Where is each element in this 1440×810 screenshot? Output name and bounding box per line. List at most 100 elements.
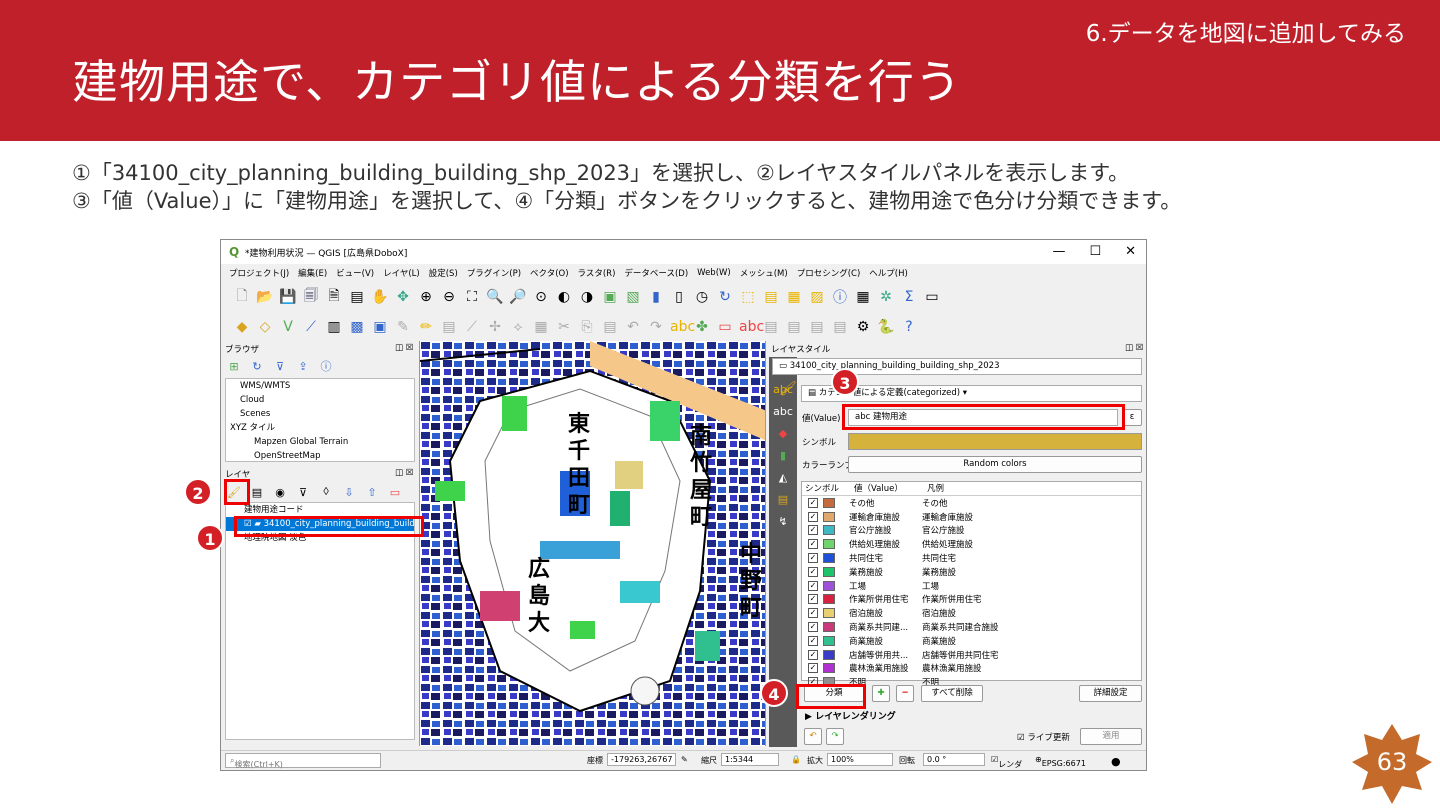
locator-search[interactable]: ⌕ 検索(Ctrl+K) <box>225 753 381 769</box>
category-swatch[interactable] <box>823 511 835 522</box>
pan-icon[interactable]: ✋ <box>371 289 389 305</box>
rotation-field[interactable]: 0.0 ° <box>923 753 985 766</box>
messages-icon[interactable]: ● <box>1111 755 1121 768</box>
add-vector-icon[interactable]: V <box>279 319 297 335</box>
add-spatialite-icon[interactable]: ▥ <box>325 319 343 335</box>
new-layer-icon[interactable]: ◇ <box>256 319 274 335</box>
info-icon[interactable]: ⓘ <box>317 358 335 374</box>
category-row[interactable]: ✓ 商業施設 商業施設 <box>802 634 1141 648</box>
layer-item-building-code[interactable]: 建物用途コード <box>226 503 414 517</box>
plugin-icon[interactable]: ⚙ <box>854 319 872 335</box>
menu-view[interactable]: ビュー(V) <box>336 267 374 279</box>
zoom-full-icon[interactable]: ⛶ <box>463 289 481 305</box>
category-swatch[interactable] <box>823 497 835 508</box>
temporal-icon[interactable]: ◷ <box>693 289 711 305</box>
col-legend[interactable]: 凡例 <box>927 482 944 495</box>
toggle-editing-icon[interactable]: ✏ <box>417 319 435 335</box>
deselect-icon[interactable]: ▦ <box>785 289 803 305</box>
collapse-all-icon[interactable]: ⇪ <box>294 360 312 373</box>
layer-rendering-toggle[interactable]: ▶ レイヤレンダリング <box>805 709 896 722</box>
menu-web[interactable]: Web(W) <box>697 268 731 278</box>
delete-all-button[interactable]: すべて削除 <box>921 685 983 702</box>
save-icon[interactable]: 💾 <box>279 289 297 305</box>
paste-icon[interactable]: ▤ <box>601 319 619 335</box>
browser-item-mapzen[interactable]: Mapzen Global Terrain <box>226 435 414 449</box>
select-all-icon[interactable]: ▨ <box>808 289 826 305</box>
masks-icon[interactable]: abc <box>769 401 797 423</box>
category-swatch[interactable] <box>823 525 835 536</box>
category-row[interactable]: ✓ 作業所併用住宅 作業所併用住宅 <box>802 593 1141 607</box>
browser-item-scenes[interactable]: Scenes <box>226 407 414 421</box>
label-icon[interactable]: abc <box>670 319 695 335</box>
category-checkbox[interactable]: ✓ <box>808 635 818 646</box>
zoom-next-icon[interactable]: ◑ <box>578 289 596 305</box>
category-swatch[interactable] <box>823 635 835 646</box>
save-as-icon[interactable]: 🗐 <box>302 285 320 309</box>
statistics-icon[interactable]: Σ <box>900 289 918 305</box>
style-layer-select[interactable]: ▭ 34100_city_planning_building_building_… <box>772 358 1142 375</box>
redo-style-button[interactable]: ↷ <box>826 728 844 745</box>
add-postgis-icon[interactable]: ▩ <box>348 319 366 335</box>
menu-layer[interactable]: レイヤ(L) <box>383 267 420 279</box>
category-row[interactable]: ✓ その他 その他 <box>802 496 1141 510</box>
category-row[interactable]: ✓ 商業系共同建... 商業系共同建合施設 <box>802 620 1141 634</box>
col-symbol[interactable]: シンボル <box>802 482 854 495</box>
zoom-last-icon[interactable]: ◐ <box>555 289 573 305</box>
pin-label-icon[interactable]: ▭ <box>716 319 734 335</box>
category-row[interactable]: ✓ 共同住宅 共同住宅 <box>802 551 1141 565</box>
col-value[interactable]: 値（Value） <box>854 482 927 495</box>
refresh-icon[interactable]: ↻ <box>716 289 734 305</box>
browser-panel-controls[interactable]: ◫ ☒ <box>395 343 413 353</box>
manage-themes-icon[interactable]: ◉ <box>271 486 289 499</box>
zoom-native-icon[interactable]: ⊙ <box>532 289 550 305</box>
add-feature-icon[interactable]: ⟡ <box>509 319 527 335</box>
edit-pencil-icon[interactable]: ✎ <box>394 319 412 335</box>
apply-button[interactable]: 適用 <box>1080 728 1142 745</box>
new-3d-view-icon[interactable]: ▧ <box>624 289 642 305</box>
attribute-table-icon[interactable]: ▦ <box>854 289 872 305</box>
rotate-label-icon[interactable]: ▤ <box>785 319 803 335</box>
category-checkbox[interactable]: ✓ <box>808 553 818 564</box>
layers-panel-controls[interactable]: ◫ ☒ <box>395 468 413 478</box>
category-checkbox[interactable]: ✓ <box>808 511 818 522</box>
style-manager-icon[interactable]: ▤ <box>348 289 366 305</box>
new-map-view-icon[interactable]: ▣ <box>601 289 619 305</box>
menu-settings[interactable]: 設定(S) <box>429 267 458 279</box>
collapse-layers-icon[interactable]: ⇧ <box>363 486 381 499</box>
category-checkbox[interactable]: ✓ <box>808 594 818 605</box>
undo-icon[interactable]: ↶ <box>624 319 642 335</box>
category-checkbox[interactable]: ✓ <box>808 580 818 591</box>
zoom-in-icon[interactable]: ⊕ <box>417 289 435 305</box>
bookmark-icon[interactable]: ▮ <box>647 289 665 305</box>
category-row[interactable]: ✓ 農林漁業用施設 農林漁業用施設 <box>802 662 1141 676</box>
measure-icon[interactable]: ▭ <box>923 289 941 305</box>
menu-processing[interactable]: プロセシング(C) <box>797 267 861 279</box>
browser-item-xyz[interactable]: XYZ タイル <box>226 421 414 435</box>
filter-legend-icon[interactable]: ꕺ <box>317 485 335 499</box>
crs-button[interactable]: ⊕ EPSG:6671 <box>1035 755 1086 768</box>
menu-edit[interactable]: 編集(E) <box>298 267 327 279</box>
fields-icon[interactable]: ◭ <box>769 467 797 489</box>
zoom-out-icon[interactable]: ⊖ <box>440 289 458 305</box>
rules-icon[interactable]: ↯ <box>769 511 797 533</box>
change-label-icon[interactable]: ▤ <box>808 319 826 335</box>
zoom-selection-icon[interactable]: 🔍 <box>486 289 504 305</box>
redo-icon[interactable]: ↷ <box>647 319 665 335</box>
category-row[interactable]: ✓ 運輸倉庫施設 運輸倉庫施設 <box>802 510 1141 524</box>
data-source-manager-icon[interactable]: ◆ <box>233 319 251 335</box>
category-swatch[interactable] <box>823 622 835 633</box>
python-console-icon[interactable]: 🐍 <box>877 319 895 335</box>
browser-item-wms[interactable]: WMS/WMTS <box>226 379 414 393</box>
category-checkbox[interactable]: ✓ <box>808 566 818 577</box>
render-checkbox[interactable]: ☑ レンダ <box>991 755 1022 769</box>
delete-selected-icon[interactable]: ▦ <box>532 319 550 335</box>
category-swatch[interactable] <box>823 594 835 605</box>
color-ramp-select[interactable]: Random colors <box>848 456 1142 473</box>
lock-icon[interactable]: 🔒 <box>791 755 801 764</box>
remove-layer-icon[interactable]: ▭ <box>386 486 404 499</box>
category-row[interactable]: ✓ 官公庁施設 官公庁施設 <box>802 524 1141 538</box>
menu-mesh[interactable]: メッシュ(M) <box>740 267 788 279</box>
print-layout-icon[interactable]: 🗎 <box>325 285 343 309</box>
browser-refresh-icon[interactable]: ↻ <box>248 360 266 373</box>
3d-view-icon[interactable]: ◆ <box>769 423 797 445</box>
